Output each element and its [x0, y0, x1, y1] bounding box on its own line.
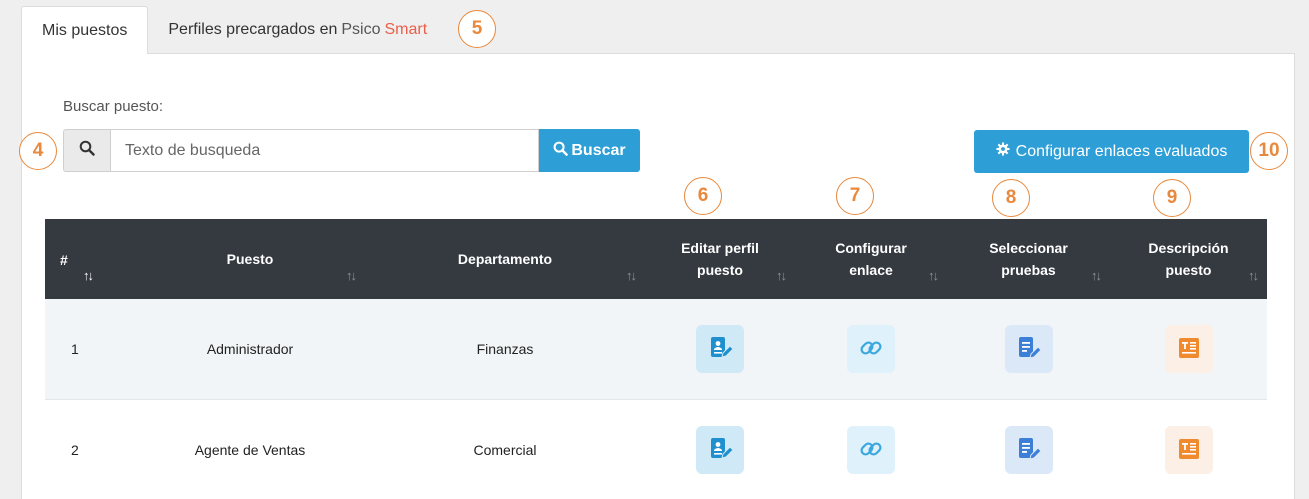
search-icon: [79, 140, 95, 161]
cell-number: 2: [71, 442, 79, 458]
column-header-puesto[interactable]: Puesto ↑↓: [135, 219, 365, 299]
column-header-line: enlace: [849, 262, 893, 278]
tab-smart-text: Smart: [384, 20, 428, 38]
configure-links-label: Configurar enlaces evaluados: [1015, 142, 1228, 160]
tab-mis-puestos-label: Mis puestos: [42, 21, 128, 39]
search-group: Buscar: [63, 129, 640, 172]
column-header-editar-perfil-label: Editar perfil puesto: [681, 237, 759, 281]
column-header-descripcion-puesto[interactable]: Descripción puesto ↑↓: [1110, 219, 1267, 299]
cell-number: 1: [71, 341, 79, 357]
cell-link: [795, 400, 947, 499]
select-tests-button[interactable]: [1004, 325, 1053, 373]
sort-icon: ↑↓: [83, 268, 94, 283]
sort-icon: ↑↓: [1248, 268, 1259, 283]
cell-edit: [645, 299, 795, 399]
column-header-configurar-enlace-label: Configurar enlace: [835, 237, 907, 281]
configure-link-button[interactable]: [847, 426, 895, 474]
search-label: Buscar puesto:: [63, 98, 164, 115]
search-icon: [553, 141, 569, 161]
cell-description: [1110, 400, 1267, 499]
description-icon: [1177, 336, 1201, 363]
table-row: 1 Administrador Finanzas: [45, 299, 1267, 400]
gear-icon: [996, 142, 1010, 161]
column-header-line: puesto: [1165, 262, 1212, 278]
column-header-number[interactable]: # ↑↓: [45, 219, 135, 299]
sort-icon: ↑↓: [1091, 268, 1102, 283]
column-header-line: Descripción: [1148, 240, 1229, 256]
column-header-number-label: #: [60, 252, 68, 268]
column-header-configurar-enlace[interactable]: Configurar enlace ↑↓: [795, 219, 947, 299]
cell-puesto: Agente de Ventas: [194, 442, 306, 458]
cell-edit: [645, 400, 795, 499]
document-edit-icon: [1016, 335, 1042, 364]
edit-profile-button[interactable]: [696, 426, 744, 474]
sort-icon: ↑↓: [928, 268, 939, 283]
cell-tests: [947, 299, 1110, 399]
callout-10: 10: [1250, 132, 1288, 170]
description-button[interactable]: [1164, 325, 1213, 373]
configure-link-button[interactable]: [847, 325, 895, 373]
callout-4: 4: [19, 132, 57, 170]
tab-bar: Mis puestos Perfiles precargados en Psic…: [21, 6, 447, 54]
column-header-departamento[interactable]: Departamento ↑↓: [365, 219, 645, 299]
tab-perfiles-precargados[interactable]: Perfiles precargados en Psico Smart: [148, 6, 447, 53]
description-icon: [1177, 437, 1201, 464]
sort-icon: ↑↓: [626, 268, 637, 283]
cell-description: [1110, 299, 1267, 399]
column-header-puesto-label: Puesto: [226, 251, 274, 267]
column-header-line: Editar perfil: [681, 240, 759, 256]
edit-profile-button[interactable]: [696, 325, 744, 373]
search-addon: [63, 129, 111, 172]
configure-links-button[interactable]: Configurar enlaces evaluados: [974, 130, 1249, 173]
link-icon: [858, 335, 884, 364]
cell-departamento: Finanzas: [476, 341, 534, 357]
column-header-line: Seleccionar: [989, 240, 1068, 256]
callout-7: 7: [836, 177, 874, 215]
profile-edit-icon: [707, 335, 734, 364]
column-header-seleccionar-pruebas[interactable]: Seleccionar pruebas ↑↓: [947, 219, 1110, 299]
document-edit-icon: [1016, 436, 1042, 465]
column-header-line: pruebas: [1001, 262, 1056, 278]
column-header-editar-perfil[interactable]: Editar perfil puesto ↑↓: [645, 219, 795, 299]
link-icon: [858, 436, 884, 465]
tab-mis-puestos[interactable]: Mis puestos: [21, 6, 149, 54]
column-header-line: Configurar: [835, 240, 907, 256]
sort-icon: ↑↓: [346, 268, 357, 283]
select-tests-button[interactable]: [1004, 426, 1053, 474]
search-input[interactable]: [111, 129, 539, 172]
cell-puesto: Administrador: [206, 341, 294, 357]
column-header-line: puesto: [697, 262, 743, 278]
tab-psico-text: Psico: [341, 20, 381, 38]
cell-tests: [947, 400, 1110, 499]
column-header-seleccionar-pruebas-label: Seleccionar pruebas: [989, 237, 1068, 281]
callout-6: 6: [684, 177, 722, 215]
column-header-departamento-label: Departamento: [457, 251, 553, 267]
sort-icon: ↑↓: [776, 268, 787, 283]
table-header: # ↑↓ Puesto ↑↓ Departamento ↑↓ Editar pe…: [45, 219, 1267, 299]
search-button-label: Buscar: [571, 141, 626, 159]
callout-8: 8: [992, 179, 1030, 217]
table-row: 2 Agente de Ventas Comercial: [45, 400, 1267, 499]
tab-perfiles-label: Perfiles precargados en: [168, 20, 338, 38]
callout-5: 5: [458, 10, 496, 48]
description-button[interactable]: [1164, 426, 1213, 474]
profile-edit-icon: [707, 436, 734, 465]
column-header-descripcion-puesto-label: Descripción puesto: [1148, 237, 1228, 281]
callout-9: 9: [1153, 179, 1191, 217]
positions-table: # ↑↓ Puesto ↑↓ Departamento ↑↓ Editar pe…: [45, 219, 1267, 499]
search-button[interactable]: Buscar: [539, 129, 640, 172]
cell-departamento: Comercial: [473, 442, 537, 458]
cell-link: [795, 299, 947, 399]
